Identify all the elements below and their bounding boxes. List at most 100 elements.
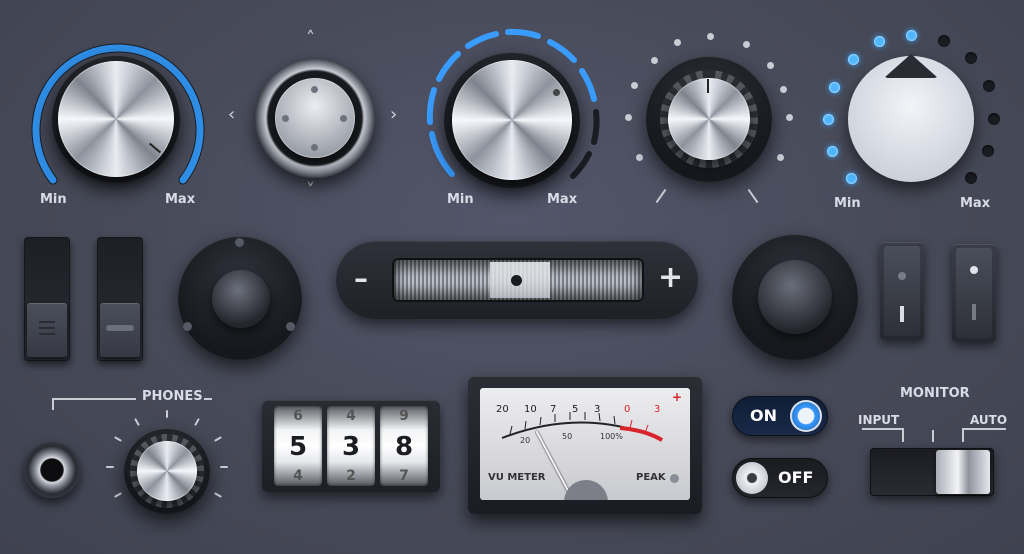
on-label: ON [750,406,777,425]
knob4-scale-dot [743,41,750,48]
chevron-down-icon[interactable]: ˅ [306,180,315,201]
knob4-scale-dot [780,86,787,93]
joystick-right[interactable] [758,260,832,334]
monitor-bracket-right-drop [962,428,964,442]
monitor-auto-label: AUTO [970,413,1008,427]
knob5-led [965,172,977,184]
phones-scale-tick [106,466,114,468]
off-switch[interactable]: OFF [732,458,828,498]
phones-scale-tick [166,410,168,418]
counter-digit-2[interactable]: 4 3 2 [327,406,375,486]
toggle-switch-2-cap [100,303,140,357]
knob5-min-label: Min [834,196,861,211]
phones-scale-tick [114,436,122,442]
rocker-1-bar [900,306,904,322]
digit-counter: 6 5 4 4 3 2 9 8 7 [262,400,440,492]
phones-label: PHONES [142,389,203,404]
phones-scale-tick [134,418,140,426]
knob3-volume-knob[interactable] [452,60,572,180]
phones-scale-tick [214,492,222,498]
counter-digit-1[interactable]: 6 5 4 [274,406,322,486]
dpad-dot-top [311,86,318,93]
monitor-tick-center [932,430,934,442]
monitor-input-label: INPUT [858,413,900,427]
phones-bracket-top [52,398,136,400]
rocker-2-bar [972,304,976,320]
screw-icon [183,322,192,331]
knob5-led [827,146,838,157]
knob5-led [988,113,1000,125]
joystick-left[interactable] [212,270,270,328]
rocker-2-dot [970,266,978,274]
knob4-scale-dot [651,57,658,64]
toggle-switch-2[interactable] [97,237,143,361]
knob4-scale-dot [631,82,638,89]
knob3-indicator [553,89,560,96]
minus-icon[interactable]: – [354,262,368,295]
knob3-max-label: Max [547,192,578,207]
knob4-scale-dot [707,33,714,40]
knob4-scale-dot [786,114,793,121]
phones-volume-knob[interactable] [137,441,197,501]
dpad-dot-right [340,115,347,122]
knob5-led [965,52,977,64]
monitor-bracket-left [862,428,902,430]
dpad-dot-bottom [311,144,318,151]
phones-scale-tick [214,436,222,442]
phones-scale-tick [194,418,200,426]
chevron-right-icon[interactable]: › [390,104,397,125]
knob5-led [874,36,885,47]
vu-scale-top: 20 10 7 5 3 0 3 [496,404,661,415]
on-switch[interactable]: ON [732,396,828,436]
chevron-up-icon[interactable]: ˄ [306,28,315,49]
monitor-title: MONITOR [900,386,970,401]
knob4-tick-right [747,188,759,204]
knob5-led [823,114,834,125]
rocker-switch-2[interactable] [952,244,996,342]
knob1-volume-knob[interactable] [58,61,174,177]
off-switch-thumb [736,462,768,494]
knob4-rotary-knob[interactable] [668,78,750,160]
knob5-led [938,35,950,47]
headphone-jack[interactable] [24,442,80,498]
on-switch-thumb [790,400,822,432]
jog-wheel-marker [511,275,522,286]
vu-plus-mark: + [672,390,683,404]
knob5-led [848,54,859,65]
off-label: OFF [778,468,814,487]
monitor-slide-switch[interactable] [870,448,994,496]
phones-scale-tick [114,492,122,498]
knob4-scale-dot [777,154,784,161]
counter-digit-3[interactable]: 9 8 7 [380,406,428,486]
knob1-min-label: Min [40,192,67,207]
phones-scale-tick [220,466,228,468]
monitor-slide-thumb [936,450,990,494]
knob1-max-label: Max [165,192,196,207]
screw-icon [286,322,295,331]
monitor-bracket-left-drop [902,428,904,442]
knob4-scale-dot [767,62,774,69]
knob5-led [982,145,994,157]
toggle-switch-1[interactable] [24,237,70,361]
phones-bracket-right [204,398,212,400]
monitor-bracket-right [962,428,1006,430]
knob5-led [906,30,917,41]
knob4-scale-dot [625,114,632,121]
control-panel: Min Max ˄ ˅ ‹ › Min Max Min Max – + PHON… [0,0,1024,554]
toggle-switch-1-cap [27,303,67,357]
chevron-left-icon[interactable]: ‹ [228,104,235,125]
knob4-tick-left [655,188,667,204]
plus-icon[interactable]: + [658,260,683,295]
knob5-led [983,80,995,92]
knob5-max-label: Max [960,196,991,211]
dpad-dot-left [282,115,289,122]
vu-peak-label: PEAK [636,472,666,483]
knob4-scale-dot [674,39,681,46]
knob3-min-label: Min [447,192,474,207]
knob5-led [846,173,857,184]
rocker-switch-1[interactable] [880,242,924,340]
rocker-1-dot [898,272,906,280]
screw-icon [235,238,244,247]
vu-meter-label: VU METER [488,472,546,483]
knob4-scale-dot [636,154,643,161]
